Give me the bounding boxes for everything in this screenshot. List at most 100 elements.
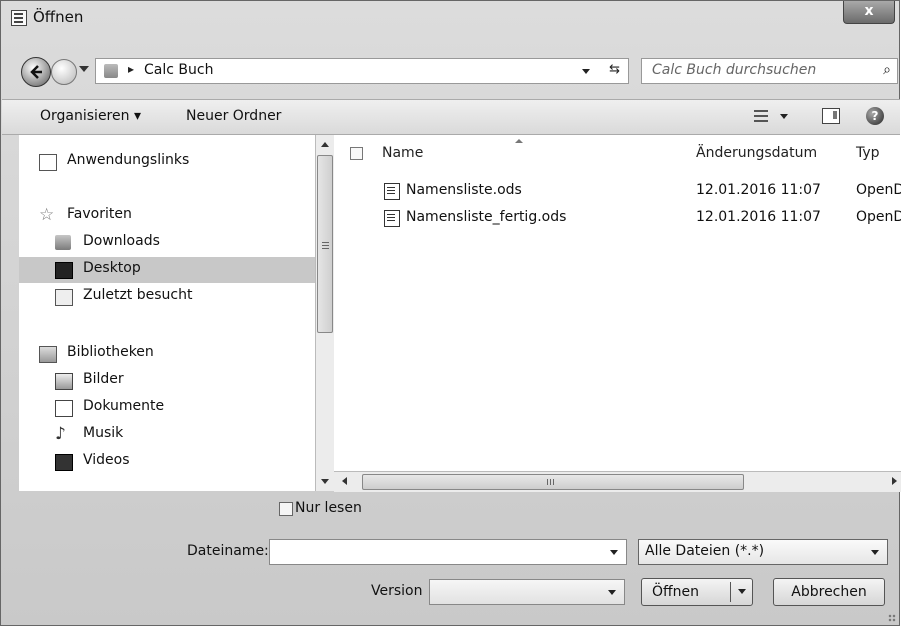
- folder-icon: [104, 64, 118, 78]
- scroll-left-icon[interactable]: [342, 477, 347, 485]
- version-label: Version: [371, 583, 423, 599]
- sidebar-item-label: Musik: [83, 425, 124, 441]
- sidebar-item-musik[interactable]: ♪ Musik: [19, 422, 315, 448]
- documents-icon: [55, 400, 73, 417]
- select-all-checkbox[interactable]: [350, 147, 363, 160]
- search-placeholder: Calc Buch durchsuchen: [652, 62, 817, 78]
- preview-pane-icon[interactable]: [822, 108, 840, 124]
- breadcrumb-current[interactable]: Calc Buch: [144, 62, 213, 78]
- toolbar: Organisieren ▾ Neuer Ordner ?: [2, 99, 900, 135]
- sidebar-item-label: Bilder: [83, 371, 124, 387]
- refresh-icon[interactable]: ⇆: [609, 62, 620, 77]
- search-input[interactable]: Calc Buch durchsuchen ⌕: [641, 58, 898, 84]
- new-folder-button[interactable]: Neuer Ordner: [186, 108, 281, 124]
- videos-icon: [55, 454, 73, 471]
- recent-places-icon: [55, 289, 73, 306]
- sidebar-item-label: Zuletzt besucht: [83, 287, 193, 303]
- sidebar-item-label: Downloads: [83, 233, 160, 249]
- organize-button[interactable]: Organisieren ▾: [40, 108, 141, 124]
- split-divider: [730, 582, 731, 602]
- star-icon: ☆: [39, 205, 55, 225]
- chevron-down-icon[interactable]: [871, 550, 879, 555]
- cancel-button[interactable]: Abbrechen: [773, 578, 885, 606]
- filename-label: Dateiname:: [187, 543, 269, 559]
- grip-icon: [547, 479, 548, 485]
- resize-grip-icon[interactable]: [888, 614, 896, 622]
- spreadsheet-file-icon: [384, 183, 400, 200]
- sidebar-item-dokumente[interactable]: Dokumente: [19, 395, 315, 421]
- address-row: ▸ Calc Buch ⇆ Calc Buch durchsuchen ⌕: [1, 55, 899, 89]
- close-button[interactable]: x: [843, 1, 895, 24]
- file-row[interactable]: Namensliste.ods 12.01.2016 11:07 OpenD: [334, 179, 901, 203]
- read-only-label: Nur lesen: [295, 500, 362, 516]
- file-name[interactable]: Namensliste_fertig.ods: [406, 209, 566, 225]
- back-button[interactable]: [21, 57, 51, 87]
- filename-field[interactable]: [269, 539, 627, 565]
- sidebar-item-videos[interactable]: Videos: [19, 449, 315, 475]
- read-only-checkbox[interactable]: [279, 502, 293, 516]
- desktop-icon: [55, 262, 73, 279]
- sidebar-item-desktop[interactable]: Desktop: [19, 257, 315, 283]
- version-select[interactable]: [429, 579, 625, 605]
- open-button[interactable]: Öffnen: [641, 578, 753, 606]
- file-type: OpenD: [856, 182, 901, 198]
- sidebar-item-label: Anwendungslinks: [67, 152, 190, 168]
- sidebar-item-label: Bibliotheken: [67, 344, 154, 360]
- libraries-icon: [39, 346, 57, 363]
- sidebar-item-favoriten[interactable]: ☆ Favoriten: [19, 203, 315, 229]
- address-dropdown-icon[interactable]: [582, 69, 590, 74]
- sidebar-item-label: Desktop: [83, 260, 141, 276]
- sort-ascending-icon: [515, 139, 523, 143]
- back-arrow-icon: [30, 65, 42, 79]
- filename-dropdown-icon[interactable]: [610, 550, 618, 555]
- scroll-down-icon[interactable]: [321, 479, 329, 484]
- navigation-pane: Anwendungslinks ☆ Favoriten Downloads De…: [19, 135, 315, 491]
- spreadsheet-file-icon: [384, 210, 400, 227]
- music-icon: ♪: [55, 424, 66, 444]
- calc-app-icon: [11, 10, 27, 26]
- navigation-scrollbar[interactable]: [315, 135, 334, 491]
- file-type-filter[interactable]: Alle Dateien (*.*): [638, 539, 888, 565]
- breadcrumb-chevron-icon[interactable]: ▸: [128, 62, 134, 76]
- sidebar-item-label: Videos: [83, 452, 130, 468]
- open-options-dropdown-icon[interactable]: [738, 589, 746, 594]
- file-list-horizontal-scrollbar[interactable]: [334, 471, 901, 492]
- scrollbar-thumb[interactable]: [362, 474, 744, 490]
- address-bar[interactable]: ▸ Calc Buch ⇆: [95, 58, 629, 84]
- file-row[interactable]: Namensliste_fertig.ods 12.01.2016 11:07 …: [334, 206, 901, 230]
- recent-locations-dropdown-icon[interactable]: [79, 66, 89, 72]
- chevron-down-icon[interactable]: [608, 590, 616, 595]
- column-header-type[interactable]: Typ: [856, 145, 880, 161]
- file-list: Name Änderungsdatum Typ Namensliste.ods …: [334, 135, 901, 471]
- grip-icon: [322, 242, 329, 243]
- column-header-name[interactable]: Name: [382, 145, 423, 161]
- open-button-label: Öffnen: [652, 584, 700, 600]
- sidebar-item-anwendungslinks[interactable]: Anwendungslinks: [19, 149, 315, 175]
- view-options-icon[interactable]: [754, 109, 768, 123]
- open-dialog: Öffnen x ▸ Calc Buch ⇆ Calc Buch durchsu…: [0, 0, 901, 626]
- page-icon: [39, 154, 57, 171]
- forward-button[interactable]: [51, 59, 77, 85]
- sidebar-item-bilder[interactable]: Bilder: [19, 368, 315, 394]
- file-type: OpenD: [856, 209, 901, 225]
- column-header-date[interactable]: Änderungsdatum: [696, 145, 817, 161]
- file-type-filter-value: Alle Dateien (*.*): [645, 543, 765, 559]
- downloads-folder-icon: [55, 235, 71, 250]
- sidebar-item-downloads[interactable]: Downloads: [19, 230, 315, 256]
- view-dropdown-icon[interactable]: [780, 114, 788, 119]
- pictures-icon: [55, 373, 73, 390]
- sidebar-item-label: Favoriten: [67, 206, 132, 222]
- sidebar-item-zuletzt-besucht[interactable]: Zuletzt besucht: [19, 284, 315, 310]
- window-title: Öffnen: [33, 8, 84, 26]
- scrollbar-thumb[interactable]: [317, 155, 333, 333]
- file-date: 12.01.2016 11:07: [696, 209, 821, 225]
- help-icon[interactable]: ?: [866, 107, 884, 125]
- title-bar: Öffnen x: [1, 1, 899, 33]
- sidebar-item-bibliotheken[interactable]: Bibliotheken: [19, 341, 315, 367]
- scroll-right-icon[interactable]: [892, 477, 897, 485]
- sidebar-item-label: Dokumente: [83, 398, 165, 414]
- search-icon[interactable]: ⌕: [883, 62, 891, 78]
- scroll-up-icon[interactable]: [321, 142, 329, 147]
- file-date: 12.01.2016 11:07: [696, 182, 821, 198]
- file-name[interactable]: Namensliste.ods: [406, 182, 522, 198]
